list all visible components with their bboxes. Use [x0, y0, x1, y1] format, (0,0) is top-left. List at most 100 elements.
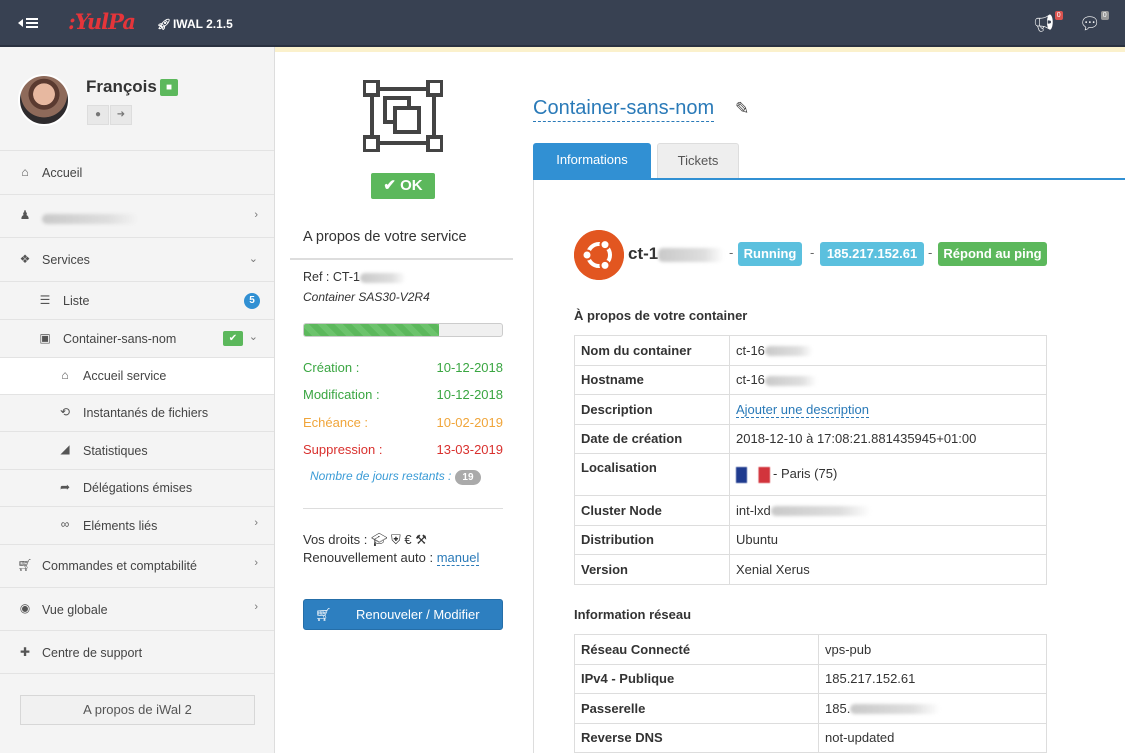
link-icon: ∞ [60, 517, 70, 531]
app-logo[interactable]: :YulPa [68, 9, 136, 34]
app-version: 🚀︎ IWAL 2.1.5 [157, 17, 233, 31]
days-badge: 19 [455, 470, 481, 485]
table-row: Reverse DNS not-updated [574, 722, 1047, 753]
cart-icon: 🛒︎ [315, 607, 332, 622]
table-row: Description Ajouter une description [574, 394, 1047, 425]
notifications-button[interactable]: 📢︎ 0 [1033, 11, 1063, 34]
sidebar-item-services[interactable]: ❖ Services ⌄ [0, 237, 274, 281]
chevron-right-icon: › [254, 601, 258, 613]
service-ref: Ref : CT-1 [303, 270, 406, 284]
table-row: Nom du container ct-16 [574, 335, 1047, 366]
sidebar-item-stats[interactable]: ◢ Statistiques [0, 431, 274, 469]
tab-informations[interactable]: Informations [533, 143, 651, 179]
notifications-badge: 0 [1054, 11, 1063, 20]
separator: - [810, 245, 815, 260]
edit-icon[interactable]: ✎ [735, 99, 749, 119]
divider [290, 258, 513, 260]
sidebar-item-label: Vue globale [42, 603, 108, 617]
renew-button[interactable]: 🛒︎ Renouveler / Modifier [303, 599, 503, 630]
sidebar-item-label: Commandes et comptabilité [42, 559, 197, 573]
rights: Vos droits : 🎓︎ ⛨ € ⚒ [303, 532, 427, 547]
table-row: Distribution Ubuntu [574, 524, 1047, 555]
messages-button[interactable]: 💬︎ 0 [1079, 11, 1109, 34]
container-title[interactable]: Container-sans-nom [533, 97, 715, 122]
divider [303, 508, 503, 509]
sidebar-item-container[interactable]: ▣ Container-sans-nom ✔ ⌄ [0, 319, 274, 357]
user-status-icon: ■ [160, 79, 178, 96]
sidebar-item-snapshots[interactable]: ⟲ Instantanés de fichiers [0, 394, 274, 431]
account-name-redacted [42, 211, 138, 225]
about-iwal-button[interactable]: A propos de iWal 2 [20, 695, 255, 725]
state-badge: Running [738, 242, 802, 266]
table-row: Date de création 2018-12-10 à 17:08:21.88… [574, 423, 1047, 454]
check-icon: ✔ [223, 331, 243, 346]
count-badge: 5 [244, 293, 260, 309]
home-icon: ⌂ [21, 165, 29, 179]
service-progress-bar [303, 323, 503, 337]
sidebar-item-account[interactable]: ♟ › [0, 194, 274, 237]
sidebar-item-label: Délégations émises [83, 481, 193, 495]
user-box: François ■ ● ➜ [0, 47, 274, 150]
top-bar: :YulPa 🚀︎ IWAL 2.1.5 📢︎ 0 💬︎ 0 [0, 0, 1125, 47]
logout-icon[interactable]: ➜ [110, 105, 132, 125]
sidebar-item-delegations[interactable]: ➦ Délégations émises [0, 469, 274, 506]
sidebar-item-label: Statistiques [83, 444, 148, 458]
bullhorn-icon: 📢︎ [1033, 14, 1055, 33]
table-row: Cluster Node int-lxd [574, 495, 1047, 526]
chevron-down-icon: ⌄ [248, 331, 258, 343]
sidebar-item-label: Container-sans-nom [63, 332, 177, 346]
sidebar-item-label: Liste [63, 294, 90, 308]
ubuntu-logo-icon [574, 230, 624, 280]
renewal-mode-link[interactable]: manuel [436, 550, 480, 566]
user-actions: ● ➜ [87, 105, 133, 125]
days-remaining: Nombre de jours restants :19 [310, 469, 481, 485]
sidebar-item-label: Eléments liés [83, 519, 158, 533]
sidebar-item-label: Accueil [42, 166, 83, 180]
service-subtitle: Container SAS30-V2R4 [303, 290, 430, 304]
progress-fill [304, 324, 439, 336]
binoculars-icon: ◉ [19, 601, 31, 615]
messages-badge: 0 [1100, 11, 1109, 20]
table-row: Réseau Connecté vps-pub [574, 634, 1047, 665]
area-chart-icon: ◢ [60, 442, 70, 456]
sidebar-item-commandes[interactable]: 🛒︎ Commandes et comptabilité › [0, 544, 274, 587]
ip-badge: 185.217.152.61 [820, 242, 924, 266]
separator: - [928, 245, 933, 260]
rocket-icon: 🚀︎ [157, 19, 171, 31]
table-row: Hostname ct-16 [574, 364, 1047, 395]
sidebar-item-label: Services [42, 253, 90, 267]
chevron-right-icon: › [254, 209, 258, 221]
france-flag-icon [736, 466, 770, 483]
about-container-table: Nom du container ct-16 Hostname ct-16 Desc… [574, 335, 1047, 585]
cart-icon: 🛒︎ [17, 558, 33, 572]
container-icon [363, 80, 443, 152]
table-row: IPv4 - Publique 185.217.152.61 [574, 663, 1047, 694]
add-description-link[interactable]: Ajouter une description [736, 401, 869, 418]
sidebar-item-accueil-service[interactable]: ⌂ Accueil service [0, 357, 274, 394]
sidebar-item-support[interactable]: ✚ Centre de support [0, 630, 274, 674]
container-name: ct-1 [628, 244, 725, 264]
date-creation: Création :10-12-2018 [303, 360, 503, 375]
menu-toggle-icon[interactable] [18, 14, 40, 32]
profile-icon[interactable]: ● [87, 105, 109, 125]
tab-tickets[interactable]: Tickets [657, 143, 739, 179]
sidebar-item-liste[interactable]: ☰ Liste 5 [0, 281, 274, 319]
sidebar-item-vue-globale[interactable]: ◉ Vue globale › [0, 587, 274, 630]
sidebar-item-linked[interactable]: ∞ Eléments liés › [0, 506, 274, 544]
avatar[interactable] [18, 74, 70, 126]
user-name: François [86, 77, 157, 96]
share-icon: ➦ [59, 480, 71, 494]
chevron-down-icon: ⌄ [248, 253, 258, 265]
table-row: Localisation - Paris (75) [574, 453, 1047, 496]
status-badge: ✔ OK [371, 173, 435, 199]
date-echeance: Echéance :10-02-2019 [303, 415, 503, 430]
table-row: Passerelle 185. [574, 693, 1047, 724]
service-summary: ✔ OK A propos de votre service Ref : CT-… [290, 52, 515, 753]
sidebar-item-label: Accueil service [83, 369, 167, 383]
cubes-icon: ❖ [19, 252, 31, 266]
rights-icons: 🎓︎ ⛨ € ⚒ [370, 532, 427, 547]
about-service-title: A propos de votre service [303, 229, 467, 245]
sidebar-item-accueil[interactable]: ⌂ Accueil [0, 150, 274, 194]
ping-badge: Répond au ping [938, 242, 1047, 266]
check-icon: ✔ [383, 177, 401, 194]
